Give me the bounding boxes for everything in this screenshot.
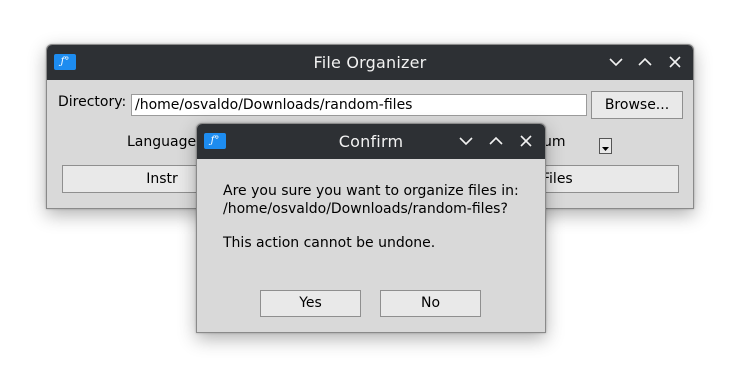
dropdown-arrow-icon[interactable] bbox=[599, 138, 612, 154]
close-icon[interactable] bbox=[666, 53, 684, 71]
language-dropdown-value[interactable]: um bbox=[543, 134, 566, 150]
close-icon[interactable] bbox=[517, 132, 535, 150]
minimize-icon[interactable] bbox=[607, 53, 625, 71]
language-label: Language bbox=[127, 134, 197, 150]
directory-input[interactable]: /home/osvaldo/Downloads/random-files bbox=[131, 94, 587, 116]
main-titlebar[interactable]: ƒ° File Organizer bbox=[47, 45, 693, 80]
dialog-message-line1: Are you sure you want to organize files … bbox=[223, 183, 519, 199]
maximize-icon[interactable] bbox=[487, 132, 505, 150]
dialog-message-line2: /home/osvaldo/Downloads/random-files? bbox=[223, 201, 508, 217]
confirm-dialog: ƒ° Confirm Are you sure you want to orga… bbox=[196, 123, 546, 333]
organize-button-label: Files bbox=[542, 171, 573, 187]
main-window-title: File Organizer bbox=[313, 53, 427, 72]
yes-button[interactable]: Yes bbox=[260, 290, 361, 317]
instructions-button-label: Instr bbox=[146, 171, 178, 187]
directory-label: Directory: bbox=[58, 94, 127, 110]
browse-button[interactable]: Browse... bbox=[591, 91, 683, 119]
dialog-titlebar[interactable]: ƒ° Confirm bbox=[197, 124, 545, 159]
maximize-icon[interactable] bbox=[636, 53, 654, 71]
dialog-message-line3: This action cannot be undone. bbox=[223, 235, 436, 251]
instructions-button[interactable]: Instr bbox=[62, 165, 214, 193]
minimize-icon[interactable] bbox=[457, 132, 475, 150]
no-button[interactable]: No bbox=[380, 290, 481, 317]
